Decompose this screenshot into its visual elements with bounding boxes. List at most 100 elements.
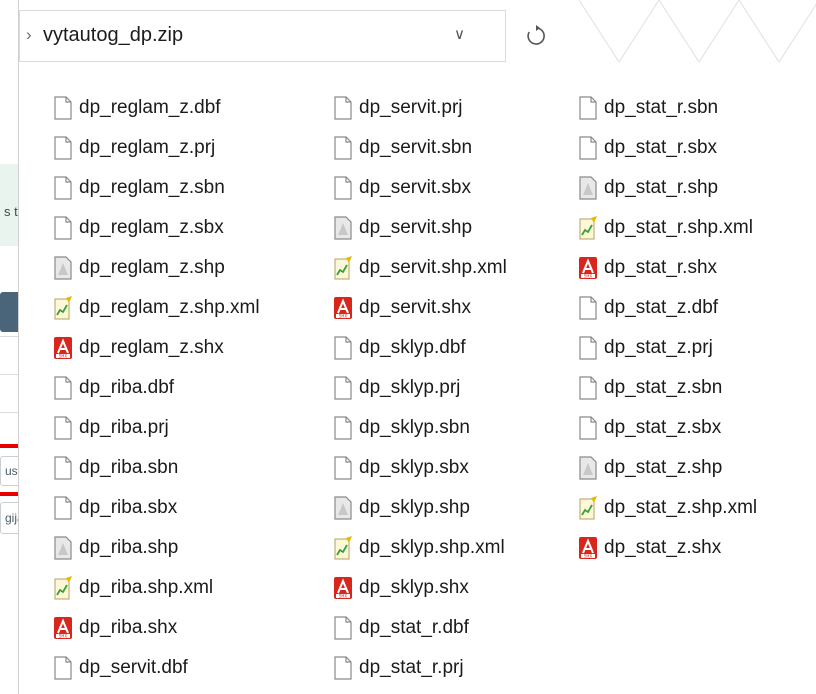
- file-name: dp_stat_r.shp: [604, 177, 719, 198]
- file-name: dp_sklyp.shx: [359, 577, 469, 598]
- file-item[interactable]: dp_riba.sbx: [52, 490, 177, 526]
- file-name: dp_servit.shp: [359, 217, 473, 238]
- file-item[interactable]: dp_reglam_z.sbx: [52, 210, 224, 246]
- file-item[interactable]: dp_sklyp.prj: [332, 370, 460, 406]
- file-item[interactable]: dp_stat_z.shp.xml: [577, 490, 757, 526]
- file-item[interactable]: dp_sklyp.dbf: [332, 330, 466, 366]
- file-item[interactable]: dp_servit.sbn: [332, 130, 472, 166]
- file-item[interactable]: SHX dp_reglam_z.shx: [52, 330, 224, 366]
- file-name: dp_reglam_z.dbf: [79, 97, 221, 118]
- decorative-background: [579, 0, 816, 62]
- file-name: dp_riba.dbf: [79, 377, 175, 398]
- file-name: dp_reglam_z.prj: [79, 137, 216, 158]
- file-name: dp_stat_z.shp.xml: [604, 497, 758, 518]
- shp-file-icon: [52, 536, 74, 560]
- svg-text:SHX: SHX: [339, 314, 348, 319]
- file-item[interactable]: SHX dp_riba.shx: [52, 610, 177, 646]
- file-item[interactable]: SHX dp_stat_z.shx: [577, 530, 721, 566]
- file-icon: [577, 136, 599, 160]
- xml-file-icon: [332, 256, 354, 280]
- address-bar[interactable]: › vytautog_dp.zip ∨: [19, 10, 506, 62]
- svg-text:SHX: SHX: [584, 274, 593, 279]
- shx-file-icon: SHX: [577, 536, 599, 560]
- file-icon: [332, 616, 354, 640]
- file-icon: [332, 376, 354, 400]
- file-item[interactable]: SHX dp_sklyp.shx: [332, 570, 469, 606]
- file-item[interactable]: dp_stat_z.prj: [577, 330, 713, 366]
- file-icon: [52, 496, 74, 520]
- file-name: dp_sklyp.shp: [359, 497, 470, 518]
- file-item[interactable]: dp_sklyp.shp.xml: [332, 530, 505, 566]
- file-name: dp_reglam_z.shp: [79, 257, 225, 278]
- file-name: dp_stat_z.sbn: [604, 377, 723, 398]
- file-icon: [52, 216, 74, 240]
- file-item[interactable]: dp_stat_r.sbx: [577, 130, 717, 166]
- file-name: dp_servit.sbn: [359, 137, 473, 158]
- shx-file-icon: SHX: [332, 576, 354, 600]
- file-item[interactable]: dp_riba.dbf: [52, 370, 174, 406]
- file-item[interactable]: dp_sklyp.sbn: [332, 410, 470, 446]
- xml-file-icon: [52, 576, 74, 600]
- file-item[interactable]: dp_reglam_z.dbf: [52, 90, 221, 126]
- file-item[interactable]: dp_reglam_z.shp.xml: [52, 290, 260, 326]
- file-item[interactable]: dp_reglam_z.shp: [52, 250, 225, 286]
- file-item[interactable]: dp_sklyp.sbx: [332, 450, 469, 486]
- svg-text:SHX: SHX: [59, 354, 68, 359]
- file-item[interactable]: dp_stat_z.sbx: [577, 410, 721, 446]
- file-name: dp_sklyp.sbx: [359, 457, 469, 478]
- file-icon: [577, 336, 599, 360]
- file-name: dp_sklyp.sbn: [359, 417, 470, 438]
- shp-file-icon: [332, 496, 354, 520]
- file-name: dp_stat_z.sbx: [604, 417, 722, 438]
- file-item[interactable]: dp_riba.shp.xml: [52, 570, 213, 606]
- file-name: dp_riba.shp.xml: [79, 577, 214, 598]
- file-name: dp_servit.dbf: [79, 657, 188, 678]
- svg-text:SHX: SHX: [339, 594, 348, 599]
- file-item[interactable]: dp_riba.sbn: [52, 450, 178, 486]
- file-name: dp_stat_z.dbf: [604, 297, 719, 318]
- file-icon: [52, 456, 74, 480]
- file-item[interactable]: dp_servit.shp.xml: [332, 250, 507, 286]
- file-name: dp_reglam_z.sbn: [79, 177, 225, 198]
- file-item[interactable]: dp_stat_r.dbf: [332, 610, 469, 646]
- file-icon: [52, 416, 74, 440]
- file-name: dp_riba.shx: [79, 617, 178, 638]
- file-icon: [52, 376, 74, 400]
- refresh-button[interactable]: [515, 10, 557, 62]
- file-item[interactable]: dp_riba.prj: [52, 410, 169, 446]
- file-item[interactable]: dp_reglam_z.prj: [52, 130, 215, 166]
- refresh-icon: [527, 25, 545, 45]
- file-name: dp_stat_z.prj: [604, 337, 713, 358]
- file-item[interactable]: SHX dp_servit.shx: [332, 290, 471, 326]
- file-name: dp_servit.shx: [359, 297, 471, 318]
- file-item[interactable]: dp_servit.sbx: [332, 170, 471, 206]
- file-item[interactable]: dp_stat_z.shp: [577, 450, 722, 486]
- file-icon: [332, 416, 354, 440]
- file-name: dp_stat_r.prj: [359, 657, 464, 678]
- file-item[interactable]: dp_stat_r.shp: [577, 170, 718, 206]
- file-item[interactable]: dp_stat_z.dbf: [577, 290, 718, 326]
- file-name: dp_sklyp.dbf: [359, 337, 466, 358]
- file-name: dp_stat_r.sbn: [604, 97, 719, 118]
- file-item[interactable]: dp_servit.shp: [332, 210, 472, 246]
- file-item[interactable]: dp_riba.shp: [52, 530, 178, 566]
- file-icon: [332, 656, 354, 680]
- file-item[interactable]: dp_sklyp.shp: [332, 490, 470, 526]
- file-icon: [577, 416, 599, 440]
- file-item[interactable]: dp_servit.dbf: [52, 650, 188, 686]
- shx-file-icon: SHX: [577, 256, 599, 280]
- file-item[interactable]: dp_stat_z.sbn: [577, 370, 722, 406]
- file-name: dp_riba.prj: [79, 417, 169, 438]
- file-item[interactable]: dp_reglam_z.sbn: [52, 170, 225, 206]
- file-name: dp_riba.sbx: [79, 497, 178, 518]
- file-item[interactable]: dp_servit.prj: [332, 90, 463, 126]
- file-item[interactable]: dp_stat_r.shp.xml: [577, 210, 753, 246]
- file-icon: [577, 376, 599, 400]
- shx-file-icon: SHX: [52, 616, 74, 640]
- file-item[interactable]: dp_stat_r.prj: [332, 650, 464, 686]
- chevron-down-icon[interactable]: ∨: [454, 25, 465, 43]
- file-item[interactable]: dp_stat_r.sbn: [577, 90, 718, 126]
- file-item[interactable]: SHX dp_stat_r.shx: [577, 250, 717, 286]
- file-icon: [332, 136, 354, 160]
- chevron-right-icon[interactable]: ›: [26, 25, 32, 45]
